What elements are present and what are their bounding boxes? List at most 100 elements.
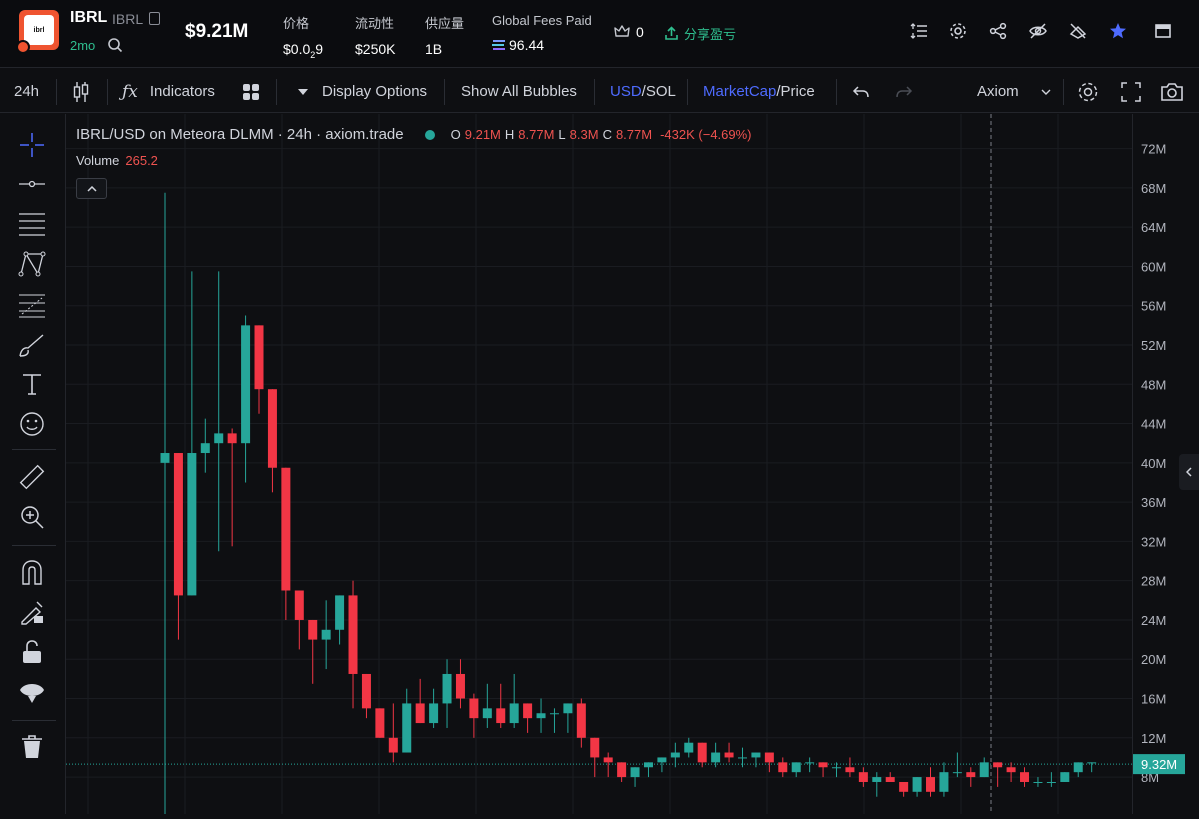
- fib-tool-icon[interactable]: [16, 289, 48, 321]
- candle[interactable]: [657, 757, 667, 773]
- candle[interactable]: [643, 762, 653, 778]
- candle[interactable]: [832, 762, 841, 778]
- candle[interactable]: [429, 688, 439, 728]
- candle[interactable]: [778, 757, 788, 778]
- ruler-icon[interactable]: [16, 461, 48, 493]
- candle[interactable]: [563, 703, 573, 733]
- candle[interactable]: [711, 742, 721, 768]
- candle[interactable]: [549, 708, 559, 733]
- candle[interactable]: [348, 580, 358, 709]
- metric-price[interactable]: Price: [781, 83, 815, 100]
- candle[interactable]: [509, 673, 519, 728]
- candle[interactable]: [791, 762, 801, 778]
- candle[interactable]: [737, 747, 747, 768]
- candle[interactable]: [818, 762, 828, 778]
- candle[interactable]: [684, 737, 694, 758]
- hide-icon[interactable]: [1029, 22, 1047, 40]
- candle[interactable]: [536, 698, 546, 733]
- candle[interactable]: [603, 752, 613, 778]
- candle[interactable]: [523, 703, 533, 733]
- candle[interactable]: [173, 453, 183, 640]
- candle[interactable]: [388, 703, 398, 763]
- candle[interactable]: [214, 271, 224, 552]
- candle[interactable]: [576, 698, 586, 748]
- symbol-title[interactable]: IBRL/USD on Meteora DLMM · 24h · axiom.t…: [76, 126, 404, 143]
- candle[interactable]: [845, 757, 855, 778]
- candle[interactable]: [375, 708, 385, 738]
- undo-icon[interactable]: [852, 70, 870, 113]
- candle[interactable]: [294, 590, 304, 650]
- share-icon[interactable]: [989, 22, 1007, 40]
- candle[interactable]: [764, 752, 774, 773]
- visibility-icon[interactable]: [16, 676, 48, 708]
- candle[interactable]: [979, 757, 989, 778]
- camera-icon[interactable]: [1160, 70, 1184, 113]
- candle[interactable]: [496, 683, 506, 728]
- preset-select[interactable]: Axiom: [977, 70, 1051, 113]
- share-pnl-button[interactable]: 分享盈亏: [664, 24, 736, 43]
- candle[interactable]: [281, 467, 291, 620]
- candle[interactable]: [241, 315, 251, 483]
- list-settings-icon[interactable]: [910, 22, 928, 40]
- chart-settings-icon[interactable]: [1077, 70, 1099, 113]
- currency-toggle[interactable]: USD / SOL: [610, 70, 676, 113]
- chart-canvas[interactable]: [66, 114, 1132, 814]
- candle[interactable]: [254, 325, 264, 414]
- candle[interactable]: [1033, 777, 1043, 787]
- candle[interactable]: [160, 192, 170, 814]
- fullscreen-icon[interactable]: [1121, 70, 1141, 113]
- candle[interactable]: [455, 659, 465, 709]
- candle[interactable]: [187, 271, 197, 596]
- lock-drawing-icon[interactable]: [16, 596, 48, 628]
- candle[interactable]: [590, 737, 600, 778]
- candle[interactable]: [858, 767, 868, 787]
- candle[interactable]: [1060, 772, 1070, 782]
- candle[interactable]: [482, 683, 492, 728]
- currency-usd[interactable]: USD: [610, 83, 642, 100]
- candle[interactable]: [469, 693, 479, 738]
- watchers-count[interactable]: 0: [614, 24, 644, 40]
- candle[interactable]: [1087, 762, 1097, 773]
- candle[interactable]: [335, 595, 345, 645]
- metric-toggle[interactable]: MarketCap / Price: [703, 70, 815, 113]
- hide-drawings-icon[interactable]: [1069, 22, 1087, 40]
- unlock-icon[interactable]: [16, 636, 48, 668]
- candle[interactable]: [1006, 762, 1016, 782]
- candle[interactable]: [1046, 772, 1056, 787]
- show-all-bubbles-button[interactable]: Show All Bubbles: [461, 70, 577, 113]
- candle-type-icon[interactable]: [72, 70, 90, 113]
- metric-marketcap[interactable]: MarketCap: [703, 83, 776, 100]
- candle[interactable]: [872, 772, 882, 797]
- horizontal-ray-icon[interactable]: [16, 168, 48, 200]
- candlestick-chart[interactable]: [66, 114, 1132, 814]
- candle[interactable]: [751, 752, 761, 768]
- candle[interactable]: [899, 781, 909, 797]
- lines-tool-icon[interactable]: [16, 208, 48, 240]
- brush-icon[interactable]: [16, 329, 48, 361]
- crosshair-icon[interactable]: [16, 129, 48, 161]
- candle[interactable]: [805, 757, 815, 773]
- candle[interactable]: [227, 428, 237, 547]
- interval-button[interactable]: 24h: [14, 70, 39, 113]
- search-icon[interactable]: [107, 37, 123, 53]
- candle[interactable]: [308, 619, 318, 684]
- window-icon[interactable]: [1154, 22, 1172, 40]
- pattern-tool-icon[interactable]: [16, 248, 48, 280]
- candle[interactable]: [617, 762, 627, 782]
- candle[interactable]: [724, 742, 734, 763]
- candle[interactable]: [267, 389, 277, 493]
- emoji-icon[interactable]: [16, 408, 48, 440]
- layouts-grid-icon[interactable]: [242, 70, 260, 113]
- trash-icon[interactable]: [16, 731, 48, 763]
- candle[interactable]: [442, 659, 452, 728]
- magnet-icon[interactable]: [16, 556, 48, 588]
- display-options-button[interactable]: Display Options: [297, 70, 427, 113]
- candle[interactable]: [670, 742, 680, 768]
- candle[interactable]: [1020, 767, 1030, 787]
- favorite-star-icon[interactable]: [1109, 22, 1127, 40]
- settings-gear-icon[interactable]: [949, 22, 967, 40]
- text-tool-icon[interactable]: [16, 368, 48, 400]
- candle[interactable]: [200, 418, 210, 473]
- candle[interactable]: [993, 762, 1003, 787]
- candle[interactable]: [630, 767, 640, 787]
